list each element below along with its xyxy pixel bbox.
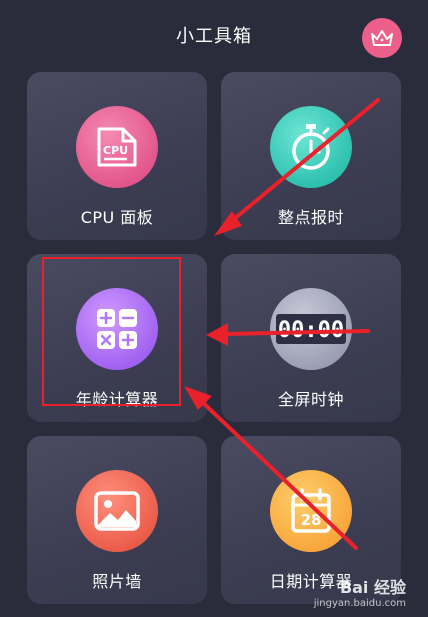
tool-card-photo-wall[interactable]: 照片墙 — [27, 436, 207, 604]
calendar-icon-circle: 28 — [270, 470, 352, 552]
cpu-icon-circle: CPU — [76, 106, 158, 188]
calendar-icon: 28 — [291, 488, 331, 533]
vip-button[interactable] — [362, 18, 402, 58]
cpu-icon-text: CPU — [103, 144, 128, 157]
photo-icon — [94, 491, 140, 531]
tool-card-cpu-panel[interactable]: CPU CPU 面板 — [27, 72, 207, 240]
tool-label: 全屏时钟 — [277, 390, 344, 409]
watermark-logo-text: Bai 经验 — [339, 578, 406, 597]
tool-card-hourly-chime[interactable]: 整点报时 — [221, 72, 401, 240]
annotation-highlight-box — [42, 257, 181, 406]
digital-clock-icon: 00:00 — [276, 314, 346, 344]
tool-label: CPU 面板 — [80, 208, 154, 227]
tool-label: 整点报时 — [277, 208, 344, 227]
cpu-chip-icon: CPU — [97, 127, 137, 167]
tool-card-fullscreen-clock[interactable]: 00:00 全屏时钟 — [221, 254, 401, 422]
calendar-day-text: 28 — [301, 511, 322, 529]
clock-text: 00:00 — [278, 318, 344, 343]
photo-icon-circle — [76, 470, 158, 552]
header: 小工具箱 — [0, 0, 428, 70]
tool-label: 照片墙 — [92, 572, 142, 591]
watermark-url: jingyan.baidu.com — [313, 598, 406, 609]
digital-clock-icon-circle: 00:00 — [270, 288, 352, 370]
watermark: Bai 经验 jingyan.baidu.com — [314, 574, 406, 609]
crown-icon — [371, 30, 393, 46]
stopwatch-icon — [292, 124, 330, 170]
stopwatch-icon-circle — [270, 106, 352, 188]
